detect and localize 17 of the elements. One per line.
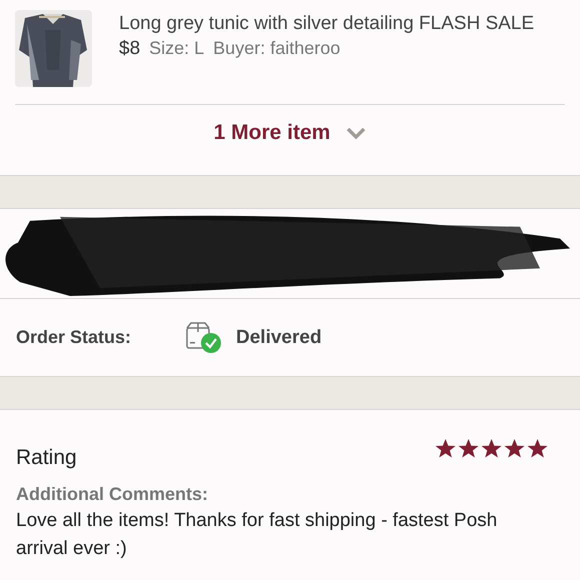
item-size: Size: L (149, 38, 204, 59)
chevron-down-icon (346, 127, 366, 139)
order-status-label: Order Status: (16, 327, 132, 348)
star-icon (458, 438, 479, 459)
comments-label: Additional Comments: (16, 484, 209, 505)
star-icon (527, 438, 548, 459)
star-icon (481, 438, 502, 459)
item-price: $8 (119, 38, 140, 60)
comment-text: Love all the items! Thanks for fast shipping - fastest Posh arrival ever :) (16, 509, 498, 561)
star-icon (435, 438, 456, 459)
order-status-value: Delivered (236, 326, 322, 348)
more-items-button[interactable]: 1 More item (204, 105, 376, 161)
buyer-name: Buyer: faitheroo (213, 38, 340, 59)
star-icon (504, 438, 525, 459)
rating-label: Rating (16, 446, 77, 470)
delivered-box-icon (186, 322, 222, 354)
item-title: Long grey tunic with silver detailing FLASH SALE (119, 12, 534, 36)
